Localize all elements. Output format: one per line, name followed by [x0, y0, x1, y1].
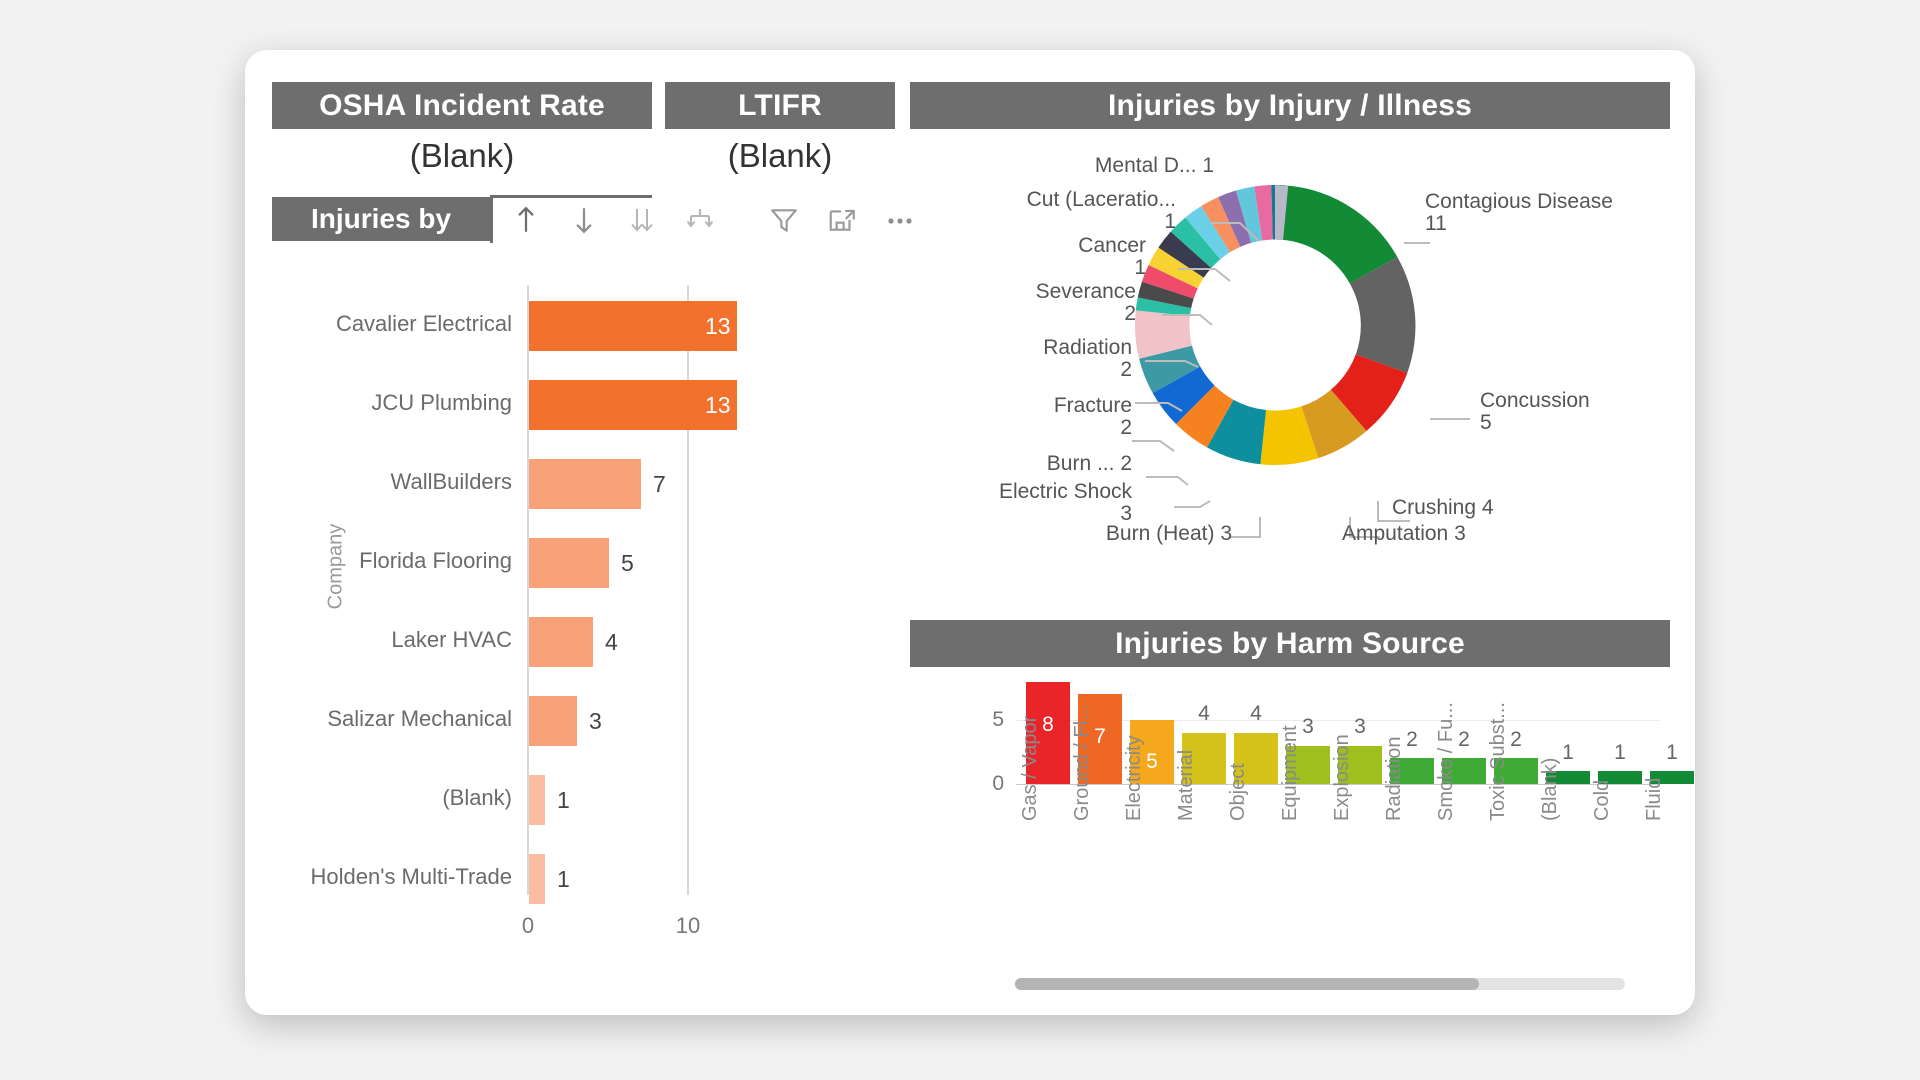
harm-category-label[interactable]: (Blank)	[1539, 758, 1562, 821]
harm-category-label[interactable]: Smoke / Fu...	[1435, 702, 1458, 821]
bar-value: 1	[557, 866, 570, 892]
harm-category-label[interactable]: Gas / Vapor	[1019, 716, 1042, 821]
donut-label-amputation: Amputation 3	[1342, 522, 1466, 545]
donut-label-severance: Severance 2	[1035, 280, 1136, 326]
bar-value: 7	[653, 471, 666, 497]
harm-category-label[interactable]: Object	[1227, 763, 1250, 821]
harm-category-label[interactable]: Ground / Fl...	[1071, 704, 1094, 821]
company-bar-plot-area: Company Cavalier Electrical JCU Plumbing…	[272, 265, 892, 985]
bar-value: 13	[705, 392, 731, 418]
harm-bar-value: 4	[1250, 702, 1262, 725]
x-tick-label: 0	[521, 913, 535, 938]
category-label[interactable]: Salizar Mechanical	[277, 706, 512, 732]
harm-category-label[interactable]: Equipment	[1279, 725, 1302, 821]
donut-label-cancer: Cancer 1	[1078, 234, 1146, 280]
category-label[interactable]: Holden's Multi-Trade	[277, 864, 512, 890]
donut-label-crushing: Crushing 4	[1392, 496, 1494, 519]
y-tick-label: 5	[992, 708, 1004, 731]
harm-plot-area: 5 0 8 7 5 4 4 3 3 2 2 2 1 1 1 Gas / Vapo…	[970, 680, 1694, 895]
report-canvas: OSHA Incident Rate (Blank) LTIFR (Blank)…	[245, 50, 1695, 1015]
harm-bar-value: 1	[1666, 741, 1678, 764]
x-ten-gridline	[687, 285, 689, 895]
injuries-by-injury-illness-visual: Contagious Disease 11 Concussion 5 Crush…	[910, 145, 1670, 595]
x-tick-label: 10	[675, 913, 701, 938]
company-chart-title: Injuries by	[272, 197, 490, 241]
harm-category-label[interactable]: Cold	[1591, 780, 1614, 821]
harm-category-label[interactable]: Electricity	[1123, 735, 1146, 821]
category-label[interactable]: Laker HVAC	[277, 627, 512, 653]
bar-salizar-mechanical[interactable]	[529, 696, 577, 746]
bar-blank[interactable]	[529, 775, 545, 825]
harm-chart-scrollbar-track[interactable]	[1015, 978, 1625, 990]
bar-laker-hvac[interactable]	[529, 617, 593, 667]
kpi-card-value-ltifr: (Blank)	[727, 137, 833, 174]
company-chart-header: Injuries by	[272, 195, 912, 253]
bar-florida-flooring[interactable]	[529, 538, 609, 588]
drill-next-level-icon[interactable]	[671, 197, 729, 243]
bar-value: 4	[605, 629, 618, 655]
donut-label-contagious-disease: Contagious Disease 11	[1425, 190, 1613, 236]
focus-mode-icon[interactable]	[813, 197, 871, 243]
bar-value: 1	[557, 787, 570, 813]
harm-bar-value: 1	[1614, 741, 1626, 764]
category-label[interactable]: Cavalier Electrical	[277, 311, 512, 337]
bar-holdens-multi-trade[interactable]	[529, 854, 545, 904]
bar-value: 5	[621, 550, 634, 576]
expand-all-icon[interactable]	[613, 197, 671, 243]
harm-bar-value: 4	[1198, 702, 1210, 725]
bar-value: 13	[705, 313, 731, 339]
injuries-by-company-visual: Injuries by Company Cavalier Electrical …	[272, 195, 912, 985]
category-label[interactable]: WallBuilders	[277, 469, 512, 495]
harm-category-label[interactable]: Toxic Subst...	[1487, 702, 1510, 821]
category-label[interactable]: (Blank)	[277, 785, 512, 811]
y-tick-label: 0	[992, 772, 1004, 795]
harm-category-label[interactable]: Explosion	[1331, 734, 1354, 821]
category-label[interactable]: Florida Flooring	[277, 548, 512, 574]
donut-chart-title: Injuries by Injury / Illness	[910, 82, 1670, 129]
donut-center-hole	[1190, 240, 1360, 410]
filter-icon[interactable]	[755, 197, 813, 243]
donut-label-burn-heat: Burn (Heat) 3	[1105, 522, 1232, 545]
donut-label-mental-disorder: Mental D... 1	[1094, 154, 1214, 177]
donut-label-burn-other: Burn ... 2	[1046, 452, 1132, 475]
harm-chart-scrollbar-thumb[interactable]	[1015, 978, 1479, 990]
bar-wallbuilders[interactable]	[529, 459, 641, 509]
kpi-card-title-ltifr: LTIFR	[665, 82, 895, 129]
harm-category-label[interactable]: Fluid	[1643, 778, 1666, 821]
drill-down-icon[interactable]	[555, 197, 613, 243]
kpi-card-value-osha: (Blank)	[409, 137, 515, 174]
category-label[interactable]: JCU Plumbing	[277, 390, 512, 416]
donut-label-cut-laceration: Cut (Laceratio... 1	[1026, 188, 1176, 234]
harm-chart-title: Injuries by Harm Source	[910, 620, 1670, 667]
bar-value: 3	[589, 708, 602, 734]
donut-label-radiation: Radiation 2	[1043, 336, 1132, 382]
header-rule-vertical	[490, 195, 493, 243]
visual-header-toolbar	[497, 197, 929, 243]
kpi-card-title-osha: OSHA Incident Rate	[272, 82, 652, 129]
drill-up-icon[interactable]	[497, 197, 555, 243]
harm-category-label[interactable]: Radiation	[1383, 736, 1406, 821]
injuries-by-harm-source-visual: 5 0 8 7 5 4 4 3 3 2 2 2 1 1 1 Gas / Vapo…	[910, 680, 1694, 990]
donut-label-fracture: Fracture 2	[1053, 394, 1132, 440]
harm-category-label[interactable]: Material	[1175, 750, 1198, 821]
donut-label-concussion: Concussion 5	[1480, 389, 1590, 435]
donut-label-electric-shock: Electric Shock 3	[998, 480, 1132, 526]
